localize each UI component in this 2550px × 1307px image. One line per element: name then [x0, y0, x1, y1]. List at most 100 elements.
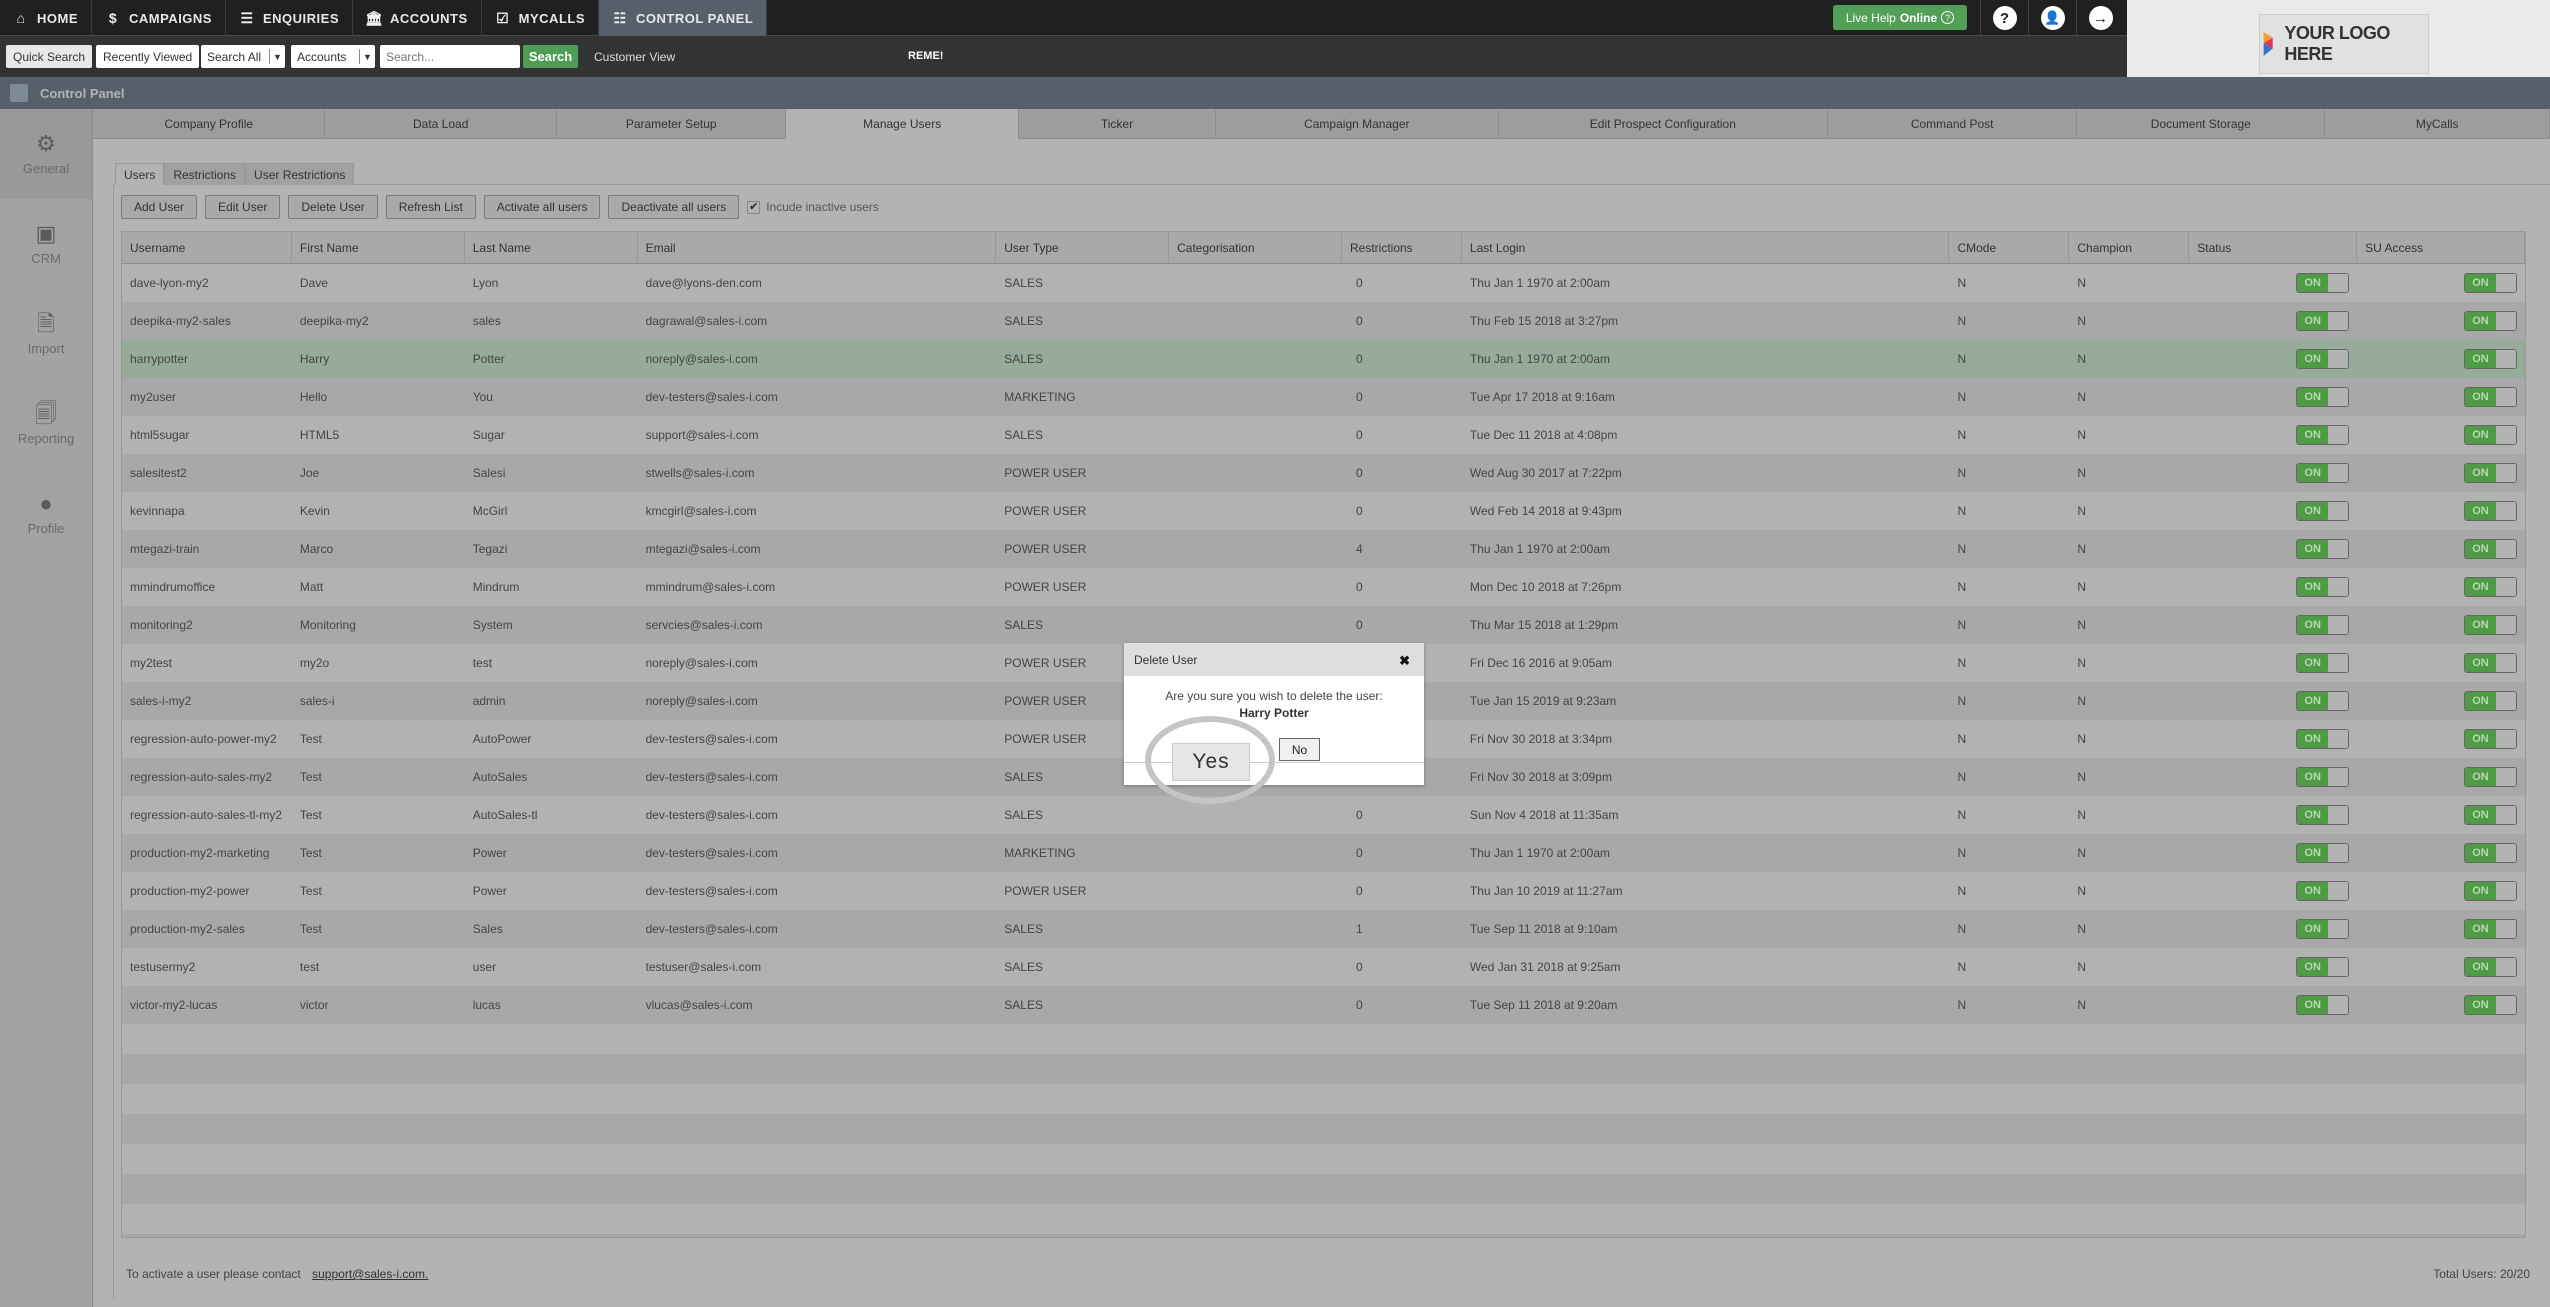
no-button[interactable]: No — [1279, 738, 1320, 761]
sidebar-item-general[interactable]: ⚙ General — [0, 109, 92, 199]
status-toggle[interactable]: ON — [2296, 463, 2350, 483]
column-header-su-access[interactable]: SU Access — [2357, 232, 2525, 264]
column-header-categorisation[interactable]: Categorisation — [1169, 232, 1342, 264]
table-row[interactable]: testusermy2 test user testuser@sales-i.com S… — [122, 948, 2525, 986]
su-access-toggle[interactable]: ON — [2464, 957, 2517, 977]
refresh-list-button[interactable]: Refresh List — [385, 195, 476, 219]
status-toggle[interactable]: ON — [2296, 919, 2350, 939]
su-access-toggle[interactable]: ON — [2464, 805, 2517, 825]
live-help-button[interactable]: Live Help Online ? — [1833, 5, 1967, 30]
status-toggle[interactable]: ON — [2296, 729, 2350, 749]
search-button[interactable]: Search — [523, 45, 578, 68]
column-header-first-name[interactable]: First Name — [292, 232, 465, 264]
recently-viewed-button[interactable]: Recently Viewed — [96, 45, 200, 68]
tab-document-storage[interactable]: Document Storage — [2077, 109, 2326, 139]
table-row[interactable]: harrypotter Harry Potter noreply@sales-i.co… — [122, 340, 2525, 378]
nav-item-home[interactable]: ⌂ HOME — [0, 0, 92, 36]
sidebar-item-crm[interactable]: ▣ CRM — [0, 199, 92, 289]
tab-parameter-setup[interactable]: Parameter Setup — [557, 109, 787, 139]
tab-campaign-manager[interactable]: Campaign Manager — [1216, 109, 1499, 139]
su-access-toggle[interactable]: ON — [2464, 273, 2517, 293]
activate-all-users-button[interactable]: Activate all users — [483, 195, 601, 219]
nav-item-accounts[interactable]: 🏛 ACCOUNTS — [353, 0, 482, 36]
column-header-champion[interactable]: Champion — [2069, 232, 2190, 264]
column-header-username[interactable]: Username — [122, 232, 292, 264]
tab-company-profile[interactable]: Company Profile — [93, 109, 326, 139]
status-toggle[interactable]: ON — [2296, 425, 2350, 445]
search-scope-select[interactable]: Search All ▼ — [201, 45, 285, 68]
search-input[interactable] — [380, 45, 520, 68]
sidebar-item-profile[interactable]: ● Profile — [0, 469, 92, 559]
table-row[interactable]: html5sugar HTML5 Sugar support@sales-i.com S… — [122, 416, 2525, 454]
column-header-last-name[interactable]: Last Name — [465, 232, 638, 264]
status-toggle[interactable]: ON — [2296, 387, 2350, 407]
status-toggle[interactable]: ON — [2296, 349, 2350, 369]
su-access-toggle[interactable]: ON — [2464, 881, 2517, 901]
column-header-restrictions[interactable]: Restrictions — [1342, 232, 1462, 264]
status-toggle[interactable]: ON — [2296, 691, 2350, 711]
subtab-restrictions[interactable]: Restrictions — [164, 163, 246, 185]
table-row[interactable]: dave-lyon-my2 Dave Lyon dave@lyons-den.com S… — [122, 264, 2525, 302]
nav-item-mycalls[interactable]: ☑ MYCALLS — [482, 0, 600, 36]
table-row[interactable]: deepika-my2-sales deepika-my2 sales dagrawa… — [122, 302, 2525, 340]
edit-user-button[interactable]: Edit User — [205, 195, 281, 219]
table-row[interactable]: production-my2-marketing Test Power dev-tes… — [122, 834, 2525, 872]
column-header-user-type[interactable]: User Type — [996, 232, 1170, 264]
close-icon[interactable]: ✖ — [1399, 653, 1410, 669]
su-access-toggle[interactable]: ON — [2464, 501, 2517, 521]
status-toggle[interactable]: ON — [2296, 653, 2350, 673]
table-row[interactable]: salesitest2 Joe Salesi stwells@sales-i.com P… — [122, 454, 2525, 492]
su-access-toggle[interactable]: ON — [2464, 387, 2517, 407]
column-header-email[interactable]: Email — [638, 232, 997, 264]
status-toggle[interactable]: ON — [2296, 311, 2350, 331]
su-access-toggle[interactable]: ON — [2464, 463, 2517, 483]
include-inactive-checkbox[interactable]: ✔ Incude inactive users — [747, 200, 879, 214]
help-button[interactable]: ? — [1980, 0, 2028, 36]
status-toggle[interactable]: ON — [2296, 577, 2350, 597]
column-header-cmode[interactable]: CMode — [1949, 232, 2070, 264]
add-user-button[interactable]: Add User — [121, 195, 198, 219]
delete-user-button[interactable]: Delete User — [288, 195, 378, 219]
su-access-toggle[interactable]: ON — [2464, 577, 2517, 597]
support-email-link[interactable]: support@sales-i.com. — [312, 1267, 428, 1281]
su-access-toggle[interactable]: ON — [2464, 767, 2517, 787]
logout-button[interactable]: → — [2076, 0, 2124, 36]
su-access-toggle[interactable]: ON — [2464, 653, 2517, 673]
status-toggle[interactable]: ON — [2296, 539, 2350, 559]
subtab-users[interactable]: Users — [115, 163, 165, 185]
su-access-toggle[interactable]: ON — [2464, 349, 2517, 369]
su-access-toggle[interactable]: ON — [2464, 615, 2517, 635]
table-row[interactable]: monitoring2 Monitoring System servcies@sale… — [122, 606, 2525, 644]
table-row[interactable]: victor-my2-lucas victor lucas vlucas@sales-… — [122, 986, 2525, 1024]
checkmark-icon[interactable]: ✔ — [747, 200, 761, 214]
su-access-toggle[interactable]: ON — [2464, 311, 2517, 331]
nav-item-control-panel[interactable]: ☷ CONTROL PANEL — [599, 0, 768, 36]
table-row[interactable]: kevinnapa Kevin McGirl kmcgirl@sales-i.com P… — [122, 492, 2525, 530]
status-toggle[interactable]: ON — [2296, 501, 2350, 521]
customer-view-link[interactable]: Customer View — [594, 50, 675, 64]
su-access-toggle[interactable]: ON — [2464, 995, 2517, 1015]
tab-data-load[interactable]: Data Load — [325, 109, 557, 139]
tab-command-post[interactable]: Command Post — [1828, 109, 2078, 139]
column-header-last-login[interactable]: Last Login — [1462, 232, 1950, 264]
status-toggle[interactable]: ON — [2296, 995, 2350, 1015]
su-access-toggle[interactable]: ON — [2464, 919, 2517, 939]
status-toggle[interactable]: ON — [2296, 767, 2350, 787]
tab-edit-prospect-configuration[interactable]: Edit Prospect Configuration — [1499, 109, 1829, 139]
sidebar-item-reporting[interactable]: 🗐 Reporting — [0, 379, 92, 469]
nav-item-enquiries[interactable]: ☰ ENQUIRIES — [226, 0, 353, 36]
su-access-toggle[interactable]: ON — [2464, 539, 2517, 559]
status-toggle[interactable]: ON — [2296, 805, 2350, 825]
nav-item-campaigns[interactable]: $ CAMPAIGNS — [92, 0, 226, 36]
user-profile-button[interactable]: 👤 — [2028, 0, 2076, 36]
yes-button[interactable]: Yes — [1172, 743, 1250, 781]
table-row[interactable]: production-my2-sales Test Sales dev-testers… — [122, 910, 2525, 948]
table-row[interactable]: mmindrumoffice Matt Mindrum mmindrum@sales-… — [122, 568, 2525, 606]
tab-ticker[interactable]: Ticker — [1019, 109, 1217, 139]
tab-manage-users[interactable]: Manage Users — [786, 109, 1019, 139]
search-entity-select[interactable]: Accounts ▼ — [291, 45, 375, 68]
su-access-toggle[interactable]: ON — [2464, 843, 2517, 863]
table-row[interactable]: my2user Hello You dev-testers@sales-i.com MA… — [122, 378, 2525, 416]
status-toggle[interactable]: ON — [2296, 957, 2350, 977]
reme-label[interactable]: REME! — [908, 50, 943, 62]
